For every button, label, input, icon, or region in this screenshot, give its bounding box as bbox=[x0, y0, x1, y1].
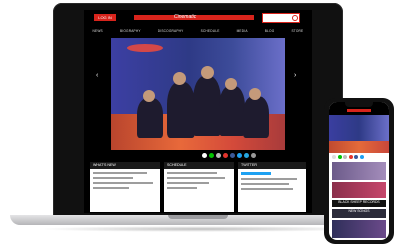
band-member-head bbox=[143, 90, 155, 102]
band-member-head bbox=[249, 88, 261, 100]
share-icons bbox=[202, 153, 256, 159]
news-line[interactable] bbox=[93, 172, 147, 174]
news-line[interactable] bbox=[93, 187, 129, 189]
phone-screen: BLACK SHEEP RECORDS NEW SONGS bbox=[329, 102, 389, 240]
youtube-icon[interactable] bbox=[348, 155, 353, 159]
laptop-notch bbox=[168, 215, 228, 219]
band-member bbox=[219, 86, 245, 136]
share-icon[interactable] bbox=[216, 153, 221, 158]
site-header: LOG IN Cinematic bbox=[84, 10, 312, 26]
nav-item-news[interactable]: NEWS bbox=[93, 27, 103, 35]
nav-item-discography[interactable]: DISCOGRAPHY bbox=[158, 27, 184, 35]
line-icon[interactable] bbox=[209, 153, 214, 158]
mobile-banner[interactable]: BLACK SHEEP RECORDS bbox=[332, 200, 386, 207]
band-member-head bbox=[225, 78, 237, 90]
lamp-shape bbox=[127, 44, 163, 52]
band-member bbox=[193, 76, 221, 136]
twitter-icon[interactable] bbox=[237, 153, 242, 158]
twitter-handle[interactable] bbox=[241, 172, 271, 175]
login-button[interactable]: LOG IN bbox=[94, 14, 116, 21]
share-icon[interactable] bbox=[343, 155, 347, 159]
nav-item-schedule[interactable]: SCHEDULE bbox=[201, 27, 220, 35]
mobile-hero-photo bbox=[329, 115, 389, 153]
chevron-left-icon[interactable]: ‹ bbox=[96, 72, 98, 80]
line-icon[interactable] bbox=[337, 155, 342, 159]
youtube-icon[interactable] bbox=[223, 153, 228, 158]
mobile-card[interactable] bbox=[332, 182, 386, 198]
main-nav: NEWS BIOGRAPHY DISCOGRAPHY SCHEDULE MEDI… bbox=[84, 27, 312, 35]
mobile-logo[interactable] bbox=[347, 109, 371, 112]
laptop-screen: LOG IN Cinematic NEWS BIOGRAPHY DISCOGRA… bbox=[84, 10, 312, 213]
mail-icon[interactable] bbox=[202, 153, 207, 158]
mobile-card[interactable] bbox=[332, 220, 386, 238]
more-icon[interactable] bbox=[251, 153, 256, 158]
band-member-head bbox=[173, 72, 186, 85]
tweet-line bbox=[241, 178, 297, 180]
laptop-shadow bbox=[36, 226, 366, 232]
phone-notch bbox=[345, 102, 373, 107]
schedule-line[interactable] bbox=[167, 177, 225, 179]
site-logo[interactable]: Cinematic bbox=[174, 14, 196, 21]
schedule-line[interactable] bbox=[167, 187, 197, 189]
schedule-line[interactable] bbox=[167, 182, 209, 184]
instagram-icon[interactable] bbox=[244, 153, 249, 158]
chevron-right-icon[interactable]: › bbox=[294, 72, 296, 80]
whats-new-panel: WHAT'S NEW bbox=[90, 162, 160, 212]
mail-icon[interactable] bbox=[332, 155, 336, 159]
tweet-line bbox=[241, 188, 293, 190]
band-member bbox=[243, 96, 269, 138]
facebook-icon[interactable] bbox=[230, 153, 235, 158]
band-member-head bbox=[201, 66, 214, 79]
hero-photo bbox=[111, 38, 285, 150]
facebook-icon[interactable] bbox=[354, 155, 358, 159]
nav-item-biography[interactable]: BIOGRAPHY bbox=[120, 27, 141, 35]
news-line[interactable] bbox=[93, 182, 153, 184]
mobile-card[interactable] bbox=[332, 162, 386, 180]
twitter-icon[interactable] bbox=[359, 155, 364, 159]
schedule-line[interactable] bbox=[167, 172, 217, 174]
band-member bbox=[137, 98, 163, 138]
nav-item-blog[interactable]: BLOG bbox=[265, 27, 275, 35]
mobile-banner[interactable]: NEW SONGS bbox=[332, 209, 386, 218]
mobile-share-icons bbox=[332, 155, 364, 159]
search-input[interactable] bbox=[262, 13, 300, 23]
schedule-panel: SCHEDULE bbox=[164, 162, 234, 212]
panel-title: WHAT'S NEW bbox=[90, 162, 160, 169]
panel-title: SCHEDULE bbox=[164, 162, 234, 169]
mobile-hero-floor bbox=[329, 141, 389, 153]
band-member bbox=[167, 82, 195, 138]
news-line[interactable] bbox=[93, 177, 133, 179]
panel-title: TWITTER bbox=[238, 162, 306, 169]
tweet-line bbox=[241, 183, 289, 185]
search-icon[interactable] bbox=[292, 15, 298, 21]
twitter-panel: TWITTER bbox=[238, 162, 306, 212]
nav-item-media[interactable]: MEDIA bbox=[237, 27, 248, 35]
nav-item-store[interactable]: STORE bbox=[291, 27, 303, 35]
